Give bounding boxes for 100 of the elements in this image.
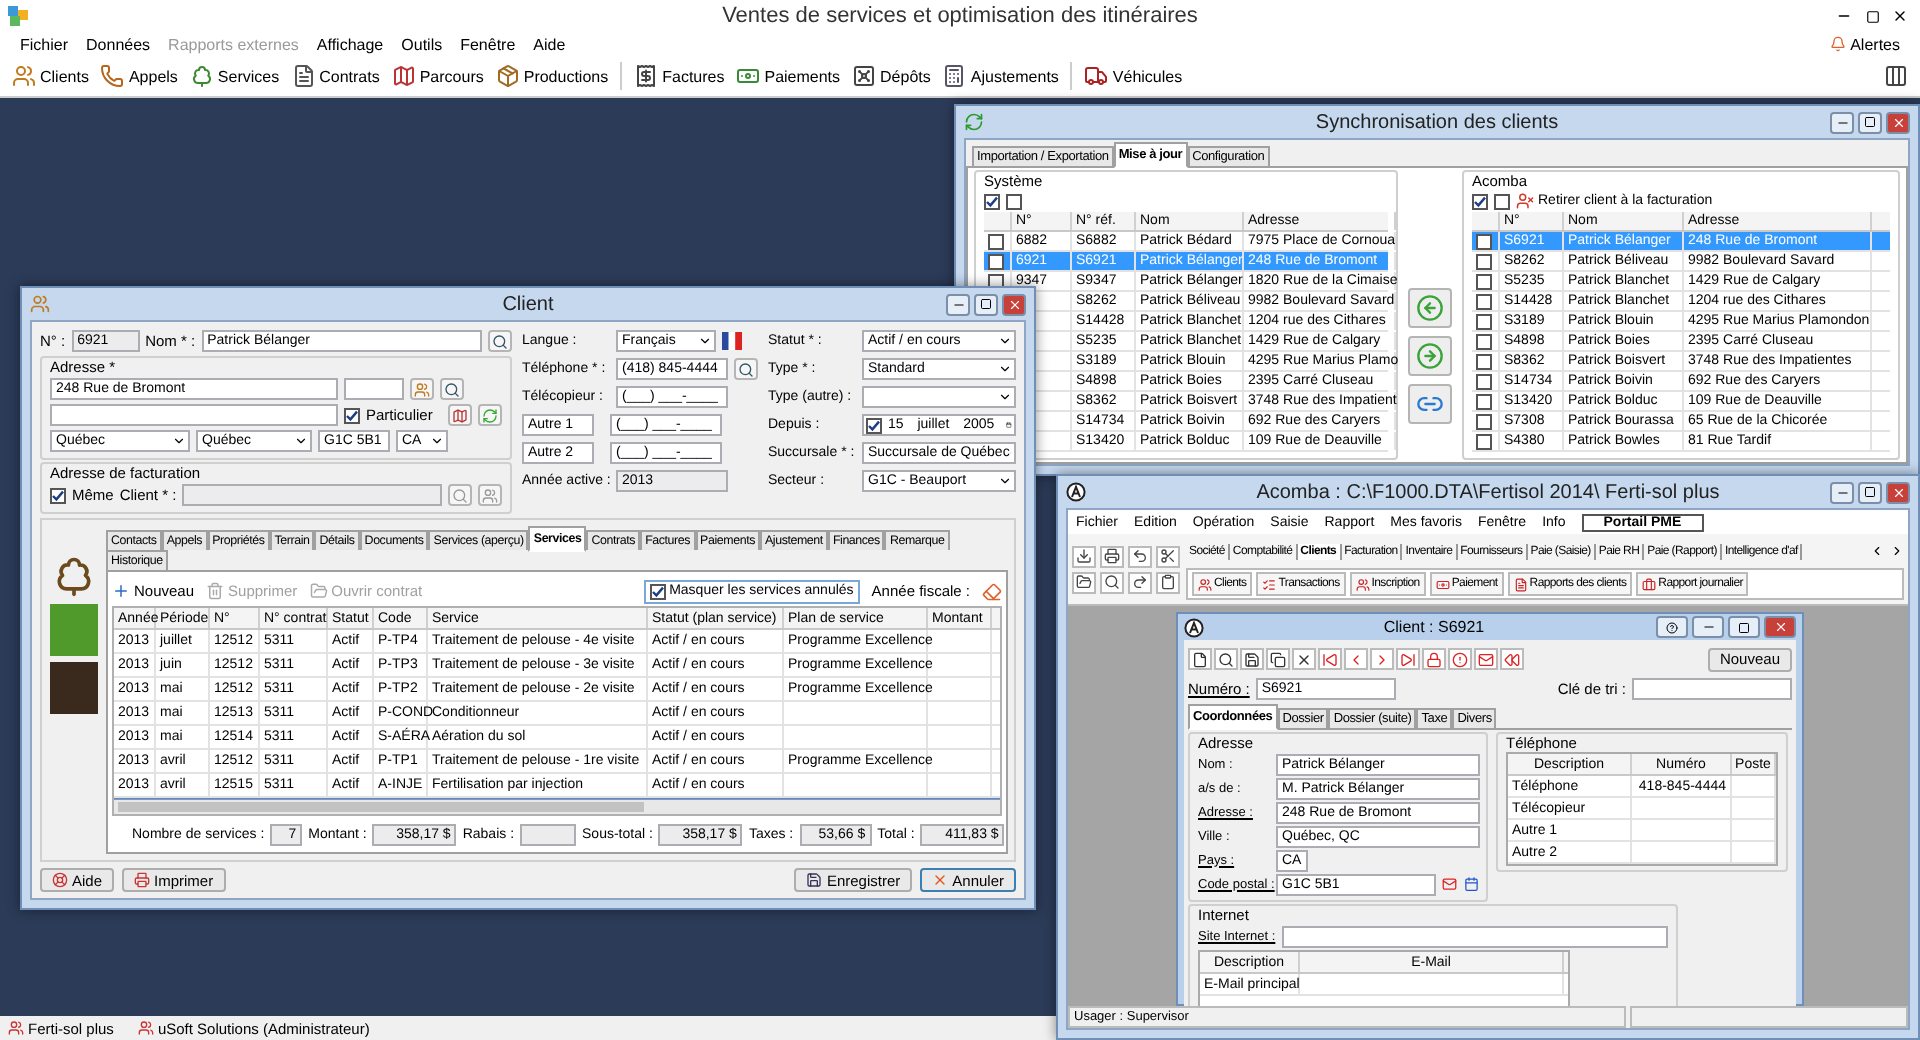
toolbar-button[interactable]: Factures (634, 64, 725, 88)
toolbar-button[interactable]: Services (189, 64, 280, 88)
checkbox[interactable] (1006, 193, 1022, 209)
last-button[interactable] (1396, 648, 1420, 670)
search-icon (1104, 574, 1120, 590)
menu-item[interactable]: Aide (533, 35, 566, 53)
checkbox[interactable] (344, 407, 360, 423)
map-button[interactable] (448, 404, 472, 426)
link-button[interactable] (1408, 383, 1452, 423)
lock-button[interactable] (1422, 648, 1446, 670)
sort-key-field[interactable] (1632, 678, 1792, 700)
toolbar-button[interactable]: Véhicules (1084, 64, 1183, 88)
toolbar-button[interactable]: Ajustements (942, 64, 1059, 88)
maximize-button[interactable] (1858, 481, 1882, 503)
toolbar-button[interactable]: Parcours (391, 64, 484, 88)
folder-button[interactable] (1072, 571, 1096, 593)
checkbox[interactable] (1476, 313, 1492, 329)
refresh-button[interactable] (478, 404, 502, 426)
people-icon (482, 487, 498, 503)
checkbox[interactable] (984, 193, 1000, 209)
last-icon (1400, 651, 1416, 667)
maximize-button[interactable] (1858, 111, 1882, 133)
people-button[interactable] (478, 484, 502, 506)
window-title: Acomba : C:\F1000.DTA\Fertisol 2014\ Ferti-sol plus (1254, 481, 1722, 503)
search-button[interactable] (1214, 648, 1238, 670)
checkbox[interactable] (988, 233, 1004, 249)
download-button[interactable] (1072, 545, 1096, 567)
alert-button[interactable] (1448, 648, 1472, 670)
columns-icon[interactable] (1884, 64, 1908, 88)
search-button[interactable] (440, 378, 464, 400)
toolbar-button[interactable]: Dépôts (852, 64, 931, 88)
eraser-icon[interactable] (982, 581, 1002, 601)
checkbox[interactable] (1476, 353, 1492, 369)
checkbox[interactable] (1476, 293, 1492, 309)
scissors-button[interactable] (1156, 545, 1180, 567)
scrollbar[interactable] (114, 800, 1000, 814)
printer-button[interactable] (1100, 545, 1124, 567)
calendar-icon[interactable] (1463, 876, 1478, 892)
people-icon (8, 1020, 24, 1036)
checkbox[interactable] (1476, 393, 1492, 409)
input-field[interactable] (50, 404, 338, 426)
delete-button[interactable] (1292, 648, 1316, 670)
menu-item[interactable]: Données (86, 35, 151, 53)
toolbar-button[interactable]: Contrats (291, 64, 380, 88)
new-document-button[interactable] (1188, 648, 1212, 670)
checkbox[interactable] (1476, 273, 1492, 289)
search-button[interactable] (1100, 571, 1124, 593)
checkbox[interactable] (1494, 193, 1510, 209)
menu-item[interactable]: Outils (401, 35, 443, 53)
first-button[interactable] (1318, 648, 1342, 670)
chevron-down-icon (430, 434, 444, 448)
toolbar-button[interactable]: Productions (495, 64, 609, 88)
people-button[interactable] (410, 378, 434, 400)
copy-button[interactable] (1266, 648, 1290, 670)
checkbox[interactable] (866, 417, 882, 433)
website-field[interactable] (1281, 926, 1668, 948)
toolbar-button[interactable]: Appels (100, 64, 178, 88)
redo-button[interactable] (1128, 571, 1152, 593)
alerts-button[interactable]: Alertes (1830, 35, 1900, 53)
menu-item[interactable]: Affichage (316, 35, 384, 53)
dropdown-field[interactable] (862, 386, 1016, 408)
checkbox[interactable] (1476, 413, 1492, 429)
plus-icon (112, 582, 130, 600)
move-left-button[interactable] (1408, 287, 1452, 327)
scroll-left-icon[interactable] (1870, 544, 1884, 558)
toolbar-button[interactable]: Clients (12, 64, 89, 88)
save-button[interactable] (1240, 648, 1264, 670)
maximize-button[interactable] (1728, 616, 1760, 638)
photo-placeholder (50, 662, 98, 714)
scroll-right-icon[interactable] (1890, 544, 1904, 558)
checkbox[interactable] (649, 583, 666, 599)
search-button[interactable] (488, 330, 512, 352)
rewind-button[interactable] (1500, 648, 1524, 670)
arrow-left-icon (1416, 293, 1444, 321)
checkbox[interactable] (1476, 333, 1492, 349)
mail-button[interactable] (1474, 648, 1498, 670)
menu-item[interactable]: Fichier (20, 35, 69, 53)
undo-button[interactable] (1128, 545, 1152, 567)
checkbox[interactable] (1476, 373, 1492, 389)
folder-icon (1076, 574, 1092, 590)
printer-icon (134, 872, 151, 888)
alert-icon (1452, 651, 1468, 667)
help-button[interactable] (1656, 616, 1688, 638)
input-field[interactable] (182, 484, 442, 506)
checkbox[interactable] (50, 487, 66, 503)
checkbox[interactable] (1476, 253, 1492, 269)
move-right-button[interactable] (1408, 335, 1452, 375)
checkbox[interactable] (1476, 433, 1492, 449)
checkbox[interactable] (1476, 233, 1492, 249)
clipboard-button[interactable] (1156, 571, 1180, 593)
mail-icon[interactable] (1442, 876, 1457, 892)
checkbox[interactable] (988, 253, 1004, 269)
search-button[interactable] (734, 358, 758, 380)
menu-item[interactable]: Fenêtre (460, 35, 516, 53)
input-field[interactable] (344, 378, 404, 400)
toolbar-button[interactable]: Paiements (736, 64, 841, 88)
map-icon (452, 407, 468, 423)
maximize-button[interactable] (974, 293, 998, 315)
checkbox[interactable] (1472, 193, 1488, 209)
close-icon (1892, 8, 1908, 24)
